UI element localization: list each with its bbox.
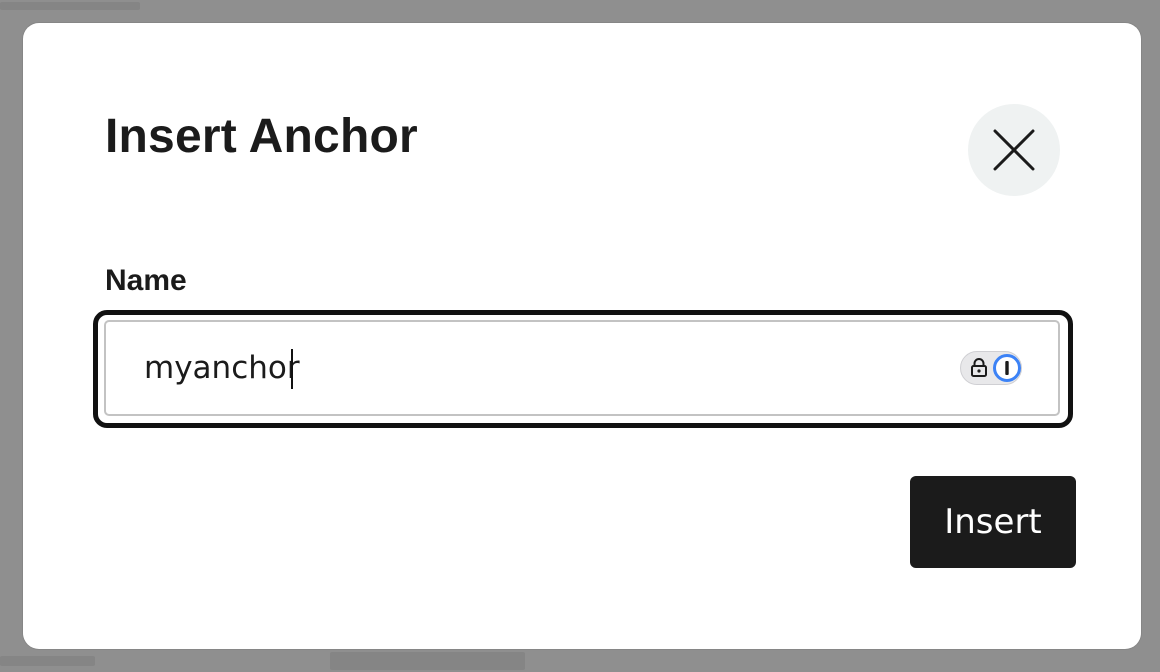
insert-button[interactable]: Insert [910, 476, 1076, 568]
background-content [0, 2, 140, 10]
password-manager-button[interactable] [960, 351, 1022, 385]
name-input[interactable] [104, 320, 1060, 416]
text-caret [291, 349, 293, 389]
insert-anchor-dialog: Insert Anchor Name Insert [23, 23, 1141, 649]
1password-icon [993, 354, 1021, 382]
close-button[interactable] [968, 104, 1060, 196]
name-field-label: Name [105, 264, 187, 297]
background-content [0, 656, 95, 666]
dialog-title: Insert Anchor [105, 110, 418, 163]
background-content [330, 652, 525, 670]
lock-icon [971, 358, 987, 377]
close-icon [993, 129, 1035, 171]
